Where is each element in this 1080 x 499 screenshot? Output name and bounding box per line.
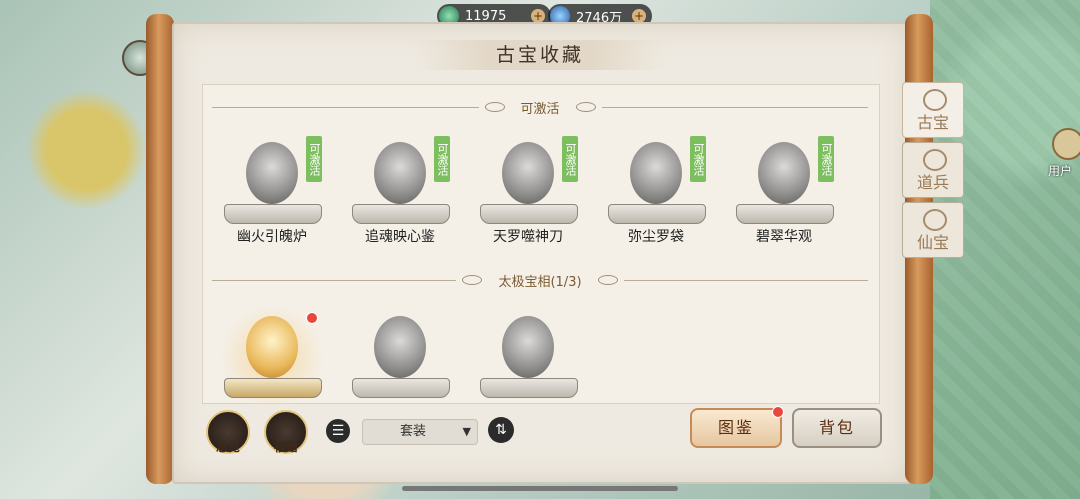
section-header-taiji: 太极宝相(1/3) xyxy=(212,271,869,290)
chevron-down-icon: ▼ xyxy=(462,425,471,438)
ornament-icon xyxy=(462,275,483,285)
filter-value: 套装 xyxy=(399,424,426,439)
relic-item[interactable]: 可激活 天罗噬神刀 xyxy=(478,136,578,248)
pedestal xyxy=(608,204,706,224)
section-title: 太极宝相(1/3) xyxy=(498,274,582,290)
user-label: 用户 xyxy=(1048,164,1073,178)
add-jade-icon[interactable]: + xyxy=(531,9,545,23)
tab-label: 道兵 xyxy=(916,173,949,192)
mirror-relic-icon xyxy=(374,142,426,204)
immortal-icon xyxy=(923,209,947,231)
taiji-relic-item[interactable] xyxy=(350,310,450,400)
activatable-badge: 可激活 xyxy=(690,136,706,182)
lotus-relic-icon xyxy=(758,142,810,204)
weapon-icon xyxy=(923,149,947,171)
yin-yang-relic-icon xyxy=(374,316,426,378)
lantern-relic-icon xyxy=(246,142,298,204)
tab-immortal-treasure[interactable]: 仙宝 xyxy=(902,202,964,258)
pedestal xyxy=(480,378,578,398)
relic-item[interactable]: 可激活 追魂映心鉴 xyxy=(350,136,450,248)
pedestal xyxy=(480,204,578,224)
sort-icon[interactable]: ⇅ xyxy=(488,417,514,443)
gift-button[interactable]: 福赠 xyxy=(264,410,308,454)
relic-name: 追魂映心鉴 xyxy=(365,229,435,245)
relic-name: 弥尘罗袋 xyxy=(628,229,684,245)
blade-relic-icon xyxy=(502,142,554,204)
notification-dot xyxy=(306,312,318,324)
relic-name: 天罗噬神刀 xyxy=(493,229,563,245)
section-header-activatable: 可激活 xyxy=(212,98,869,117)
overview-label: 总览 xyxy=(215,440,240,454)
tab-label: 古宝 xyxy=(916,113,949,132)
pedestal xyxy=(736,204,834,224)
gift-label: 福赠 xyxy=(273,440,298,454)
tab-label: 仙宝 xyxy=(916,233,949,252)
page-title: 古宝收藏 xyxy=(412,40,668,70)
tab-dao-weapon[interactable]: 道兵 xyxy=(902,142,964,198)
notification-dot xyxy=(772,406,784,418)
relic-item[interactable]: 可激活 碧翠华观 xyxy=(734,136,834,248)
pouch-relic-icon xyxy=(630,142,682,204)
taiji-relic-item[interactable] xyxy=(214,302,330,412)
taiji-relic-item[interactable] xyxy=(478,310,578,400)
crescent-moon-relic-icon xyxy=(246,316,298,378)
ornament-icon xyxy=(597,275,618,285)
ornament-icon xyxy=(575,102,596,112)
activatable-badge: 可激活 xyxy=(434,136,450,182)
tab-ancient-treasure[interactable]: 古宝 xyxy=(902,82,964,138)
home-indicator[interactable] xyxy=(402,486,678,491)
relic-name: 幽火引魄炉 xyxy=(237,229,307,245)
add-spirit-stone-icon[interactable]: + xyxy=(632,9,646,23)
filter-list-icon[interactable]: ☰ xyxy=(326,419,350,443)
activatable-badge: 可激活 xyxy=(818,136,834,182)
ornament-icon xyxy=(484,102,505,112)
relic-item[interactable]: 可激活 幽火引魄炉 xyxy=(222,136,322,248)
pedestal xyxy=(224,378,322,398)
bag-label: 背包 xyxy=(818,418,855,437)
overview-button[interactable]: 总览 xyxy=(206,410,250,454)
relic-name: 碧翠华观 xyxy=(756,229,812,245)
bag-button[interactable]: 背包 xyxy=(792,408,882,448)
catalog-button[interactable]: 图鉴 xyxy=(690,406,784,448)
pagoda-relic-icon xyxy=(502,316,554,378)
treasure-icon xyxy=(923,89,947,111)
pedestal xyxy=(352,378,450,398)
pedestal xyxy=(224,204,322,224)
activatable-badge: 可激活 xyxy=(306,136,322,182)
user-avatar-icon[interactable] xyxy=(1052,128,1080,160)
relic-item[interactable]: 可激活 弥尘罗袋 xyxy=(606,136,706,248)
scroll-rod-left xyxy=(146,14,174,484)
section-title: 可激活 xyxy=(520,101,560,117)
pedestal xyxy=(352,204,450,224)
catalog-label: 图鉴 xyxy=(717,418,754,437)
activatable-badge: 可激活 xyxy=(562,136,578,182)
set-filter-dropdown[interactable]: 套装 ▼ xyxy=(362,419,478,445)
